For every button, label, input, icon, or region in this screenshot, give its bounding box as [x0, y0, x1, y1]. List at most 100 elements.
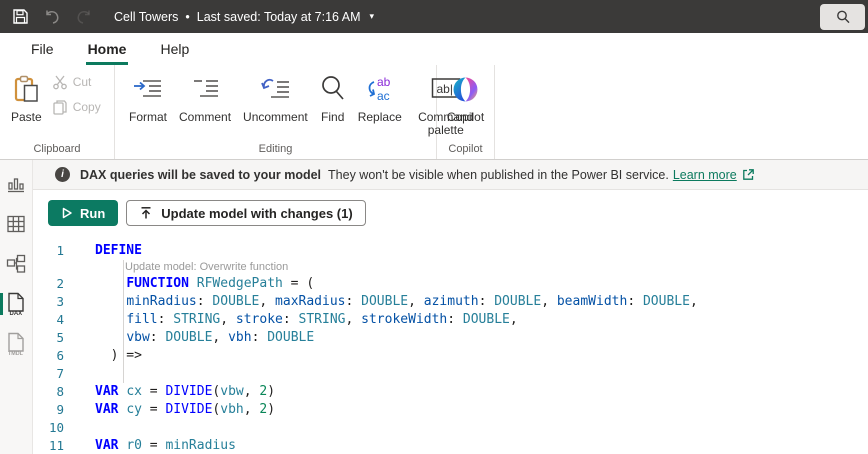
tmdl-file-icon: TMDL: [5, 332, 27, 356]
format-icon: [133, 77, 163, 101]
ribbon: Paste Cut Copy: [0, 65, 868, 160]
menu-label: Home: [88, 41, 127, 57]
redo-icon: [75, 9, 93, 25]
banner-bold-text: DAX queries will be saved to your model: [80, 168, 321, 182]
upload-arrow-icon: [139, 206, 153, 220]
line-number: 4: [33, 311, 95, 329]
menu-item-home[interactable]: Home: [71, 33, 144, 65]
find-label: Find: [321, 111, 344, 124]
ribbon-group-copilot: Copilot Copilot: [437, 65, 495, 159]
line-number: 6: [33, 347, 95, 365]
line-number: 9: [33, 401, 95, 419]
line-number: 8: [33, 383, 95, 401]
code-line: 2 FUNCTION RFWedgePath = (: [33, 275, 868, 293]
comment-label: Comment: [179, 111, 231, 124]
paste-button[interactable]: Paste: [7, 65, 46, 124]
menu-item-file[interactable]: File: [14, 33, 71, 65]
copilot-button[interactable]: Copilot: [443, 65, 488, 124]
copilot-icon: [452, 76, 479, 103]
menu-item-help[interactable]: Help: [143, 33, 206, 65]
play-icon: [61, 207, 73, 219]
menu-label: File: [31, 41, 54, 57]
titlebar: Cell Towers • Last saved: Today at 7:16 …: [0, 0, 868, 33]
ribbon-group-label-copilot: Copilot: [437, 142, 494, 159]
sidebar-item-report-view[interactable]: [0, 164, 33, 204]
menu-label: Help: [160, 41, 189, 57]
dax-file-icon: DAX: [5, 292, 27, 316]
cut-label: Cut: [73, 75, 92, 89]
copilot-label: Copilot: [447, 111, 484, 124]
indent-guide: [123, 260, 124, 383]
code-line: 7: [33, 365, 868, 383]
line-number: 1: [33, 242, 95, 260]
copy-label: Copy: [73, 100, 101, 114]
find-button[interactable]: Find: [316, 65, 350, 124]
line-number: 11: [33, 437, 95, 454]
update-model-label: Update model with changes (1): [161, 206, 352, 221]
line-number: 2: [33, 275, 95, 293]
paste-label: Paste: [11, 111, 42, 124]
info-banner: i DAX queries will be saved to your mode…: [33, 160, 868, 190]
search-icon: [835, 9, 851, 25]
replace-icon: ab ac: [365, 75, 395, 103]
dax-file-label: DAX: [10, 311, 23, 316]
line-number: 3: [33, 293, 95, 311]
uncomment-button[interactable]: Uncomment: [239, 65, 312, 124]
update-model-button[interactable]: Update model with changes (1): [126, 200, 365, 226]
last-saved-text: Last saved: Today at 7:16 AM: [197, 10, 361, 24]
code-line: 4 fill: STRING, stroke: STRING, strokeWi…: [33, 311, 868, 329]
learn-more-link[interactable]: Learn more: [673, 168, 737, 182]
cut-icon: [52, 74, 68, 90]
external-link-icon[interactable]: [742, 168, 755, 181]
bar-chart-icon: [6, 174, 26, 194]
line-number: 7: [33, 365, 95, 383]
format-label: Format: [129, 111, 167, 124]
code-line: 9VAR cy = DIVIDE(vbh, 2): [33, 401, 868, 419]
code-line: 8VAR cx = DIVIDE(vbw, 2): [33, 383, 868, 401]
code-line: 6 ) =>: [33, 347, 868, 365]
unsaved-indicator: •: [185, 10, 189, 24]
uncomment-icon: [259, 76, 291, 102]
run-button[interactable]: Run: [48, 200, 118, 226]
code-lens-row[interactable]: Update model: Overwrite function: [33, 260, 868, 275]
sidebar-item-model-view[interactable]: [0, 244, 33, 284]
comment-icon: [190, 77, 220, 101]
code-line: 5 vbw: DOUBLE, vbh: DOUBLE: [33, 329, 868, 347]
replace-label: Replace: [358, 111, 402, 124]
document-title: Cell Towers: [114, 10, 178, 24]
format-button[interactable]: Format: [125, 65, 171, 124]
find-icon: [320, 75, 346, 103]
code-line: 3 minRadius: DOUBLE, maxRadius: DOUBLE, …: [33, 293, 868, 311]
paste-icon: [13, 75, 40, 104]
line-number: [33, 260, 95, 275]
svg-text:ab: ab: [377, 75, 391, 89]
save-icon: [12, 8, 29, 25]
search-button[interactable]: [820, 4, 865, 30]
redo-button[interactable]: [68, 0, 100, 33]
code-line: 1DEFINE: [33, 242, 868, 260]
table-grid-icon: [6, 214, 26, 234]
svg-text:ac: ac: [377, 89, 390, 103]
line-number: 10: [33, 419, 95, 437]
sidebar-item-table-view[interactable]: [0, 204, 33, 244]
tmdl-file-label: TMDL: [8, 351, 24, 356]
chevron-down-icon: ▾: [370, 11, 375, 22]
copy-button[interactable]: Copy: [52, 99, 101, 115]
menubar: File Home Help: [0, 33, 868, 65]
replace-button[interactable]: ab ac Replace: [354, 65, 406, 124]
query-toolbar: Run Update model with changes (1): [33, 190, 868, 236]
line-number: 5: [33, 329, 95, 347]
ribbon-group-label-clipboard: Clipboard: [0, 142, 114, 159]
copy-icon: [52, 99, 68, 115]
dax-code-editor[interactable]: 1DEFINEUpdate model: Overwrite function2…: [33, 236, 868, 454]
sidebar-item-dax-query-view[interactable]: DAX: [0, 284, 33, 324]
save-button[interactable]: [4, 0, 36, 33]
document-title-menu[interactable]: Cell Towers • Last saved: Today at 7:16 …: [114, 10, 374, 24]
cut-button[interactable]: Cut: [52, 74, 101, 90]
undo-button[interactable]: [36, 0, 68, 33]
sidebar-item-tmdl-view[interactable]: TMDL: [0, 324, 33, 364]
model-view-icon: [6, 254, 26, 274]
ribbon-group-clipboard: Paste Cut Copy: [0, 65, 115, 159]
comment-button[interactable]: Comment: [175, 65, 235, 124]
undo-icon: [43, 9, 61, 25]
